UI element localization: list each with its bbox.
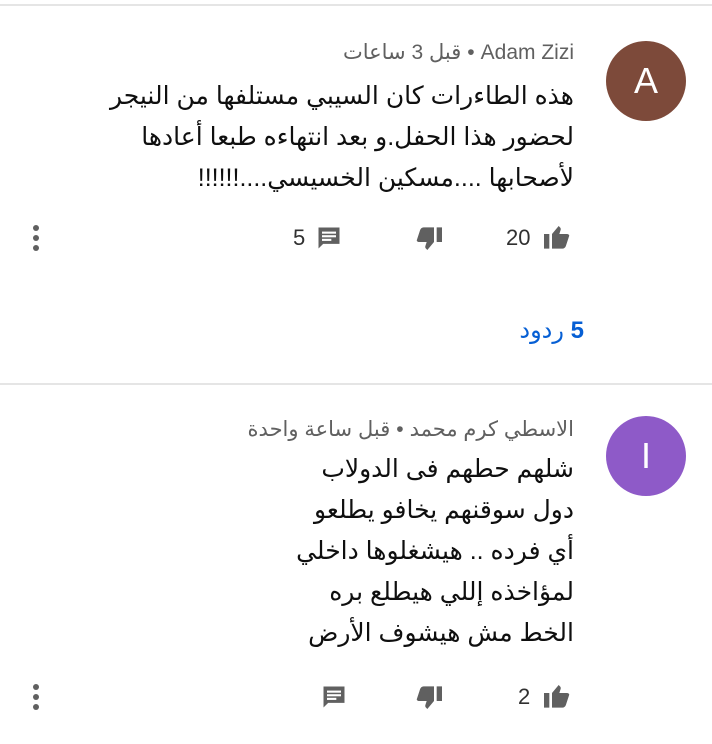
like-button[interactable]: 20 <box>506 213 572 263</box>
dislike-button[interactable] <box>414 672 446 722</box>
avatar[interactable]: I <box>606 416 686 496</box>
like-button[interactable]: 2 <box>518 672 572 722</box>
avatar-letter: I <box>641 435 652 476</box>
thumb-up-icon <box>540 681 572 713</box>
like-count: 20 <box>506 225 531 250</box>
comment-time: قبل ساعة واحدة <box>247 418 391 441</box>
comment-meta: Adam Zizi •قبل 3 ساعات <box>343 40 574 65</box>
comment-text: هذه الطاءرات كان السيبي مستلفها من النيج… <box>104 76 574 199</box>
meta-separator: • <box>396 418 404 441</box>
reply-count: 5 <box>293 225 306 250</box>
reply-button[interactable] <box>320 672 348 722</box>
reply-button[interactable]: 5 <box>293 213 343 263</box>
replies-count: 5 <box>570 317 584 344</box>
comment-meta: الاسطي كرم محمد •قبل ساعة واحدة <box>248 417 574 442</box>
comment-line: أي فرده .. هيشغلوها داخلي <box>296 537 574 565</box>
comment-2: I الاسطي كرم محمد •قبل ساعة واحدة شلهم حط… <box>0 385 712 744</box>
comment-icon <box>320 683 348 711</box>
meta-separator: • <box>467 41 475 64</box>
thumb-down-icon <box>414 681 446 713</box>
comment-line: هذه الطاءرات كان السيبي مستلفها من النيج… <box>109 82 574 110</box>
comment-1: A Adam Zizi •قبل 3 ساعات هذه الطاءرات كان… <box>0 0 712 384</box>
thumb-up-icon <box>540 222 572 254</box>
dislike-button[interactable] <box>414 213 446 263</box>
like-count: 2 <box>518 684 531 709</box>
comment-line: لحضور هذا الحفل.و بعد انتهاءه طبعا أعاده… <box>141 123 574 151</box>
comment-actions: 5 20 <box>0 213 712 263</box>
more-vert-icon[interactable] <box>26 213 46 263</box>
thumb-down-icon <box>414 222 446 254</box>
author-name[interactable]: Adam Zizi <box>481 41 574 64</box>
author-name[interactable]: الاسطي كرم محمد <box>410 418 574 441</box>
comment-line: لمؤاخذه إللي هيطلع بره <box>329 578 574 606</box>
comment-line: الخط مش هيشوف الأرض <box>308 619 574 647</box>
comment-line: شلهم حطهم فى الدولاب <box>321 455 574 483</box>
view-replies-link[interactable]: 5 ردود <box>519 316 584 345</box>
comment-text: شلهم حطهم فى الدولاب دول سوقنهم يخافو يط… <box>104 449 574 654</box>
comment-actions: 2 <box>0 672 712 722</box>
comment-time: قبل 3 ساعات <box>342 41 462 64</box>
replies-label: ردود <box>519 317 564 344</box>
comment-line: لأصحابها ....مسكين الخسيسي....!!!!!! <box>197 164 574 192</box>
more-vert-icon[interactable] <box>26 672 46 722</box>
avatar[interactable]: A <box>606 41 686 121</box>
comment-line: دول سوقنهم يخافو يطلعو <box>313 496 574 524</box>
comment-icon <box>315 224 343 252</box>
avatar-letter: A <box>634 60 659 101</box>
